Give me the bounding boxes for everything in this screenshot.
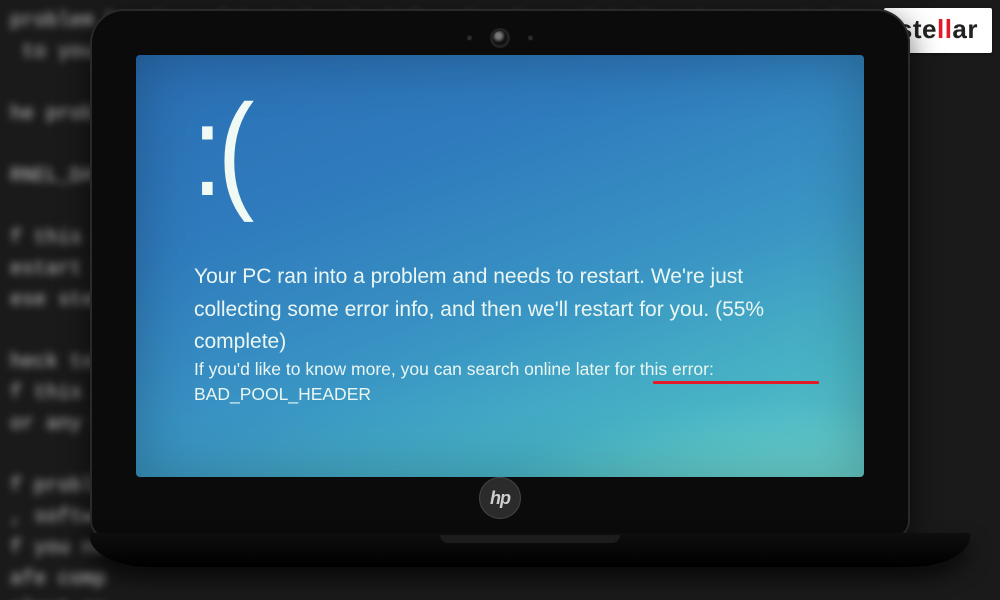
laptop-screen: :( Your PC ran into a problem and needs … [136, 55, 864, 477]
bsod-main-message: Your PC ran into a problem and needs to … [194, 261, 814, 359]
laptop-base [90, 533, 970, 567]
sad-face-icon: :( [192, 85, 249, 215]
error-code-underline [653, 381, 819, 384]
webcam-icon [493, 31, 507, 45]
bsod-sub-prefix: If you'd like to know more, you can sear… [194, 359, 714, 379]
brand-text-accent: ll [937, 14, 952, 44]
laptop-lid: :( Your PC ran into a problem and needs … [90, 9, 910, 539]
bsod-error-code: BAD_POOL_HEADER [194, 384, 371, 404]
laptop-mock: :( Your PC ran into a problem and needs … [90, 9, 910, 567]
stage: problem has been detected and windows ha… [0, 0, 1000, 600]
brand-text-post: ar [952, 14, 978, 44]
hp-logo-icon: hp [479, 477, 521, 519]
